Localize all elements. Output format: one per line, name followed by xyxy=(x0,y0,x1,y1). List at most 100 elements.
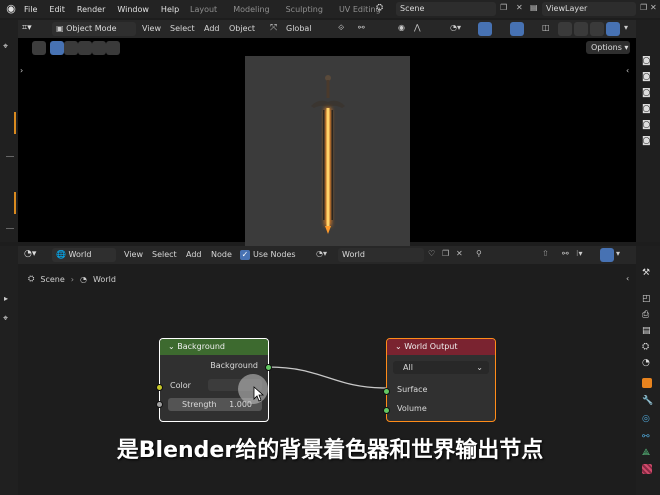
select-intersect-icon[interactable] xyxy=(106,41,120,55)
falloff-icon[interactable]: ⋀ xyxy=(414,23,424,35)
scene-icon[interactable]: ⛭ xyxy=(376,3,388,15)
overlay-options-icon[interactable]: ▾ xyxy=(616,249,624,261)
world-output-node-header[interactable]: ⌄ World Output xyxy=(387,339,495,355)
menu-render[interactable]: Render xyxy=(71,5,111,14)
viewport-menu-object[interactable]: Object xyxy=(229,20,255,38)
transform-orientation-dropdown[interactable]: Global xyxy=(286,20,312,38)
3d-viewport[interactable]: Options ▾ › ‹ xyxy=(18,38,636,260)
menu-file[interactable]: File xyxy=(18,5,43,14)
nav-icon[interactable]: ◙ xyxy=(642,72,654,84)
fake-user-icon[interactable]: ♡ xyxy=(428,249,438,261)
nav-icon[interactable]: ◙ xyxy=(642,120,654,132)
parent-node-icon[interactable]: ⇧ xyxy=(542,249,552,261)
physics-tab-icon[interactable]: ◎ xyxy=(642,414,654,426)
object-mode-dropdown[interactable]: ▣ Object Mode xyxy=(52,22,136,36)
shading-rendered-icon[interactable] xyxy=(606,22,620,36)
select-subtract-icon[interactable] xyxy=(78,41,92,55)
node-menu-add[interactable]: Add xyxy=(186,246,202,264)
hand-tool-icon[interactable] xyxy=(3,314,15,326)
tool-tab-icon[interactable]: ⚒ xyxy=(642,268,654,280)
scene-tab-icon[interactable]: ⛭ xyxy=(642,342,654,354)
viewport-menu-add[interactable]: Add xyxy=(204,20,220,38)
select-tool-icon[interactable]: ⌖ xyxy=(3,42,15,54)
color-input-socket[interactable] xyxy=(156,384,163,391)
render-tab-icon[interactable]: ◰ xyxy=(642,294,654,306)
nav-icon[interactable]: ◙ xyxy=(642,56,654,68)
select-box-icon[interactable] xyxy=(50,41,64,55)
world-name-field[interactable]: World xyxy=(338,248,424,262)
scene-field[interactable]: Scene xyxy=(396,2,496,16)
world-output-node[interactable]: ⌄ World Output All ⌄ Surface Volume xyxy=(383,338,496,422)
node-menu-view[interactable]: View xyxy=(124,246,143,264)
select-extend-icon[interactable] xyxy=(64,41,78,55)
select-invert-icon[interactable] xyxy=(92,41,106,55)
blender-logo-icon[interactable]: ◉ xyxy=(4,2,18,16)
transform-orientation-icon[interactable]: ⤧ xyxy=(270,23,282,35)
viewlayer-copy-icon[interactable]: ❐ xyxy=(640,3,648,15)
output-tab-icon[interactable]: ⎙ xyxy=(642,310,654,322)
overlay-toggle-icon[interactable] xyxy=(600,248,614,262)
select-tool-icon[interactable] xyxy=(32,41,46,55)
unlink-icon[interactable]: ✕ xyxy=(456,249,466,261)
shading-material-icon[interactable] xyxy=(590,22,604,36)
shading-wireframe-icon[interactable] xyxy=(558,22,572,36)
menu-edit[interactable]: Edit xyxy=(43,5,71,14)
tab-layout[interactable]: Layout xyxy=(182,5,225,14)
node-menu-node[interactable]: Node xyxy=(211,246,232,264)
editor-type-icon[interactable]: ◔▾ xyxy=(24,249,42,261)
world-browse-icon[interactable]: ◔▾ xyxy=(316,249,334,261)
background-output-socket[interactable] xyxy=(265,364,272,371)
shading-solid-icon[interactable] xyxy=(574,22,588,36)
sidebar-expand-icon[interactable]: ‹ xyxy=(626,66,634,76)
breadcrumb-world[interactable]: World xyxy=(93,275,116,284)
viewlayer-icon[interactable]: ▤ xyxy=(530,3,540,15)
pin-icon[interactable]: ⚲ xyxy=(476,249,486,261)
tab-modeling[interactable]: Modeling xyxy=(225,5,277,14)
pivot-icon[interactable]: ⟐ xyxy=(338,23,348,35)
collapse-chevron-icon[interactable]: ⌄ xyxy=(168,342,177,351)
modifier-tab-icon[interactable]: 🔧 xyxy=(642,396,654,408)
nav-icon[interactable]: ◙ xyxy=(642,136,654,148)
tools-expand-icon[interactable]: ▸ xyxy=(4,294,14,304)
editor-type-icon[interactable]: ⌗▾ xyxy=(22,23,40,35)
viewlayer-close-icon[interactable]: ✕ xyxy=(650,3,658,15)
material-tab-icon[interactable] xyxy=(642,464,652,474)
background-node-header[interactable]: ⌄ Background xyxy=(160,339,268,355)
viewport-menu-view[interactable]: View xyxy=(142,20,161,38)
view-layer-tab-icon[interactable]: ▤ xyxy=(642,326,654,338)
volume-input-socket[interactable] xyxy=(383,407,390,414)
nav-icon[interactable]: ◙ xyxy=(642,104,654,116)
menu-help[interactable]: Help xyxy=(155,5,185,14)
gizmo-toggle-icon[interactable] xyxy=(478,22,492,36)
proportional-icon[interactable]: ◉ xyxy=(398,23,408,35)
breadcrumb-scene[interactable]: Scene xyxy=(40,275,64,284)
node-menu-select[interactable]: Select xyxy=(152,246,177,264)
tab-sculpting[interactable]: Sculpting xyxy=(278,5,331,14)
menu-window[interactable]: Window xyxy=(111,5,155,14)
toolbar-expand-icon[interactable]: › xyxy=(20,66,28,76)
shading-options-icon[interactable]: ▾ xyxy=(624,23,632,35)
scene-close-icon[interactable]: ✕ xyxy=(516,3,526,15)
surface-input-socket[interactable] xyxy=(383,388,390,395)
scene-copy-icon[interactable]: ❐ xyxy=(500,3,510,15)
visibility-icon[interactable]: ◔▾ xyxy=(450,23,464,35)
render-target-label: All xyxy=(403,363,413,372)
viewlayer-field[interactable]: ViewLayer xyxy=(542,2,636,16)
collapse-chevron-icon[interactable]: ⌄ xyxy=(395,342,404,351)
overlay-toggle-icon[interactable] xyxy=(510,22,524,36)
sidebar-expand-icon[interactable]: ‹ xyxy=(626,274,634,284)
use-nodes-checkbox[interactable]: ✓ xyxy=(240,250,250,260)
object-tab-icon[interactable] xyxy=(642,378,652,388)
snap-icon[interactable]: ⚯ xyxy=(358,23,368,35)
nav-icon[interactable]: ◙ xyxy=(642,88,654,100)
xray-icon[interactable]: ◫ xyxy=(542,23,552,35)
render-target-dropdown[interactable]: All ⌄ xyxy=(393,361,489,374)
options-dropdown[interactable]: Options ▾ xyxy=(586,41,630,54)
snap-icon[interactable]: ⚯ xyxy=(562,249,574,261)
duplicate-icon[interactable]: ❐ xyxy=(442,249,452,261)
strength-input-socket[interactable] xyxy=(156,401,163,408)
shader-type-dropdown[interactable]: 🌐 World xyxy=(52,248,116,262)
world-tab-icon[interactable]: ◔ xyxy=(642,358,654,370)
snap-mode-icon[interactable]: ⁝▾ xyxy=(576,249,590,261)
viewport-menu-select[interactable]: Select xyxy=(170,20,195,38)
